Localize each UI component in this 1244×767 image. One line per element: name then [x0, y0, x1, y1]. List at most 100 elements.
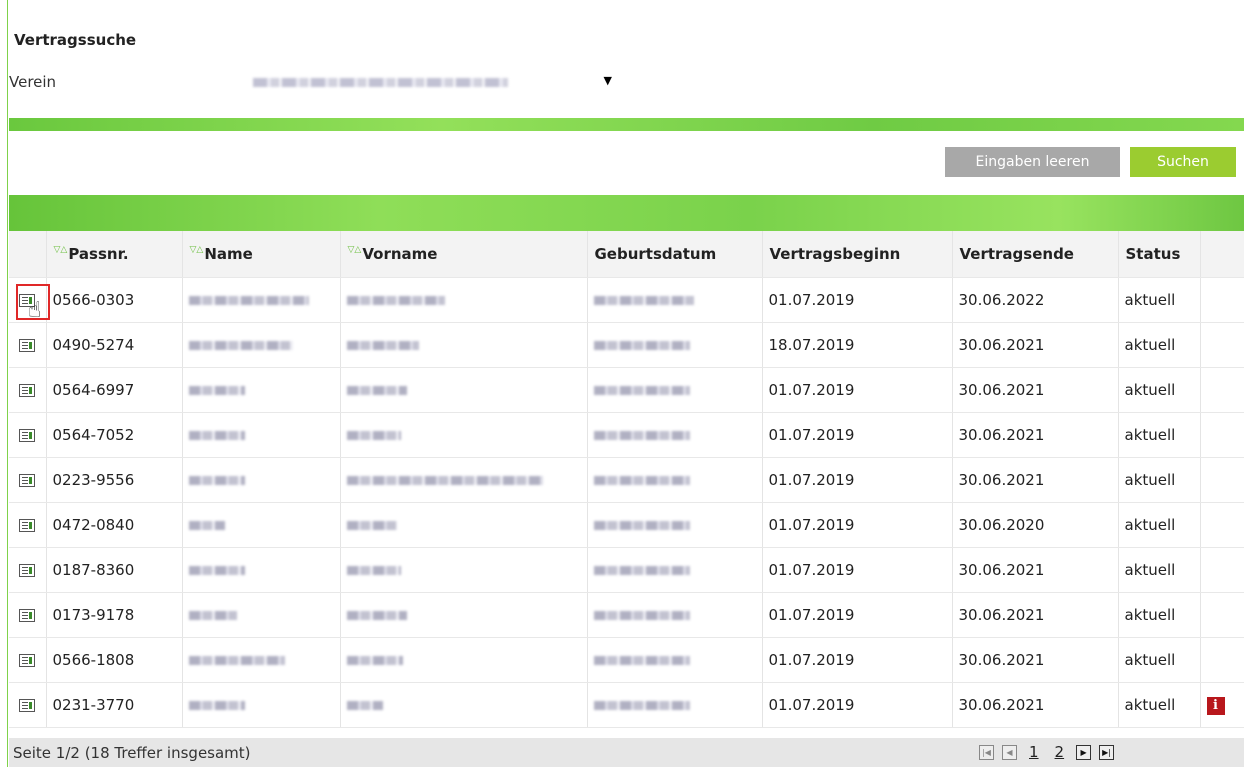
prev-page-icon[interactable]: ◀: [1002, 744, 1017, 760]
status-cell: aktuell: [1118, 322, 1201, 368]
page-link-1[interactable]: 1: [1029, 743, 1039, 761]
row-detail-cell[interactable]: [9, 322, 47, 368]
geburtsdatum-blurred: [593, 386, 690, 395]
search-button[interactable]: Suchen: [1130, 147, 1236, 177]
sort-icon[interactable]: ▽△: [348, 245, 362, 255]
row-detail-cell[interactable]: [9, 547, 47, 593]
vertragsende-cell: 30.06.2021: [952, 322, 1119, 368]
detail-icon[interactable]: [19, 339, 35, 352]
detail-icon[interactable]: [19, 429, 35, 442]
vorname-cell: [340, 412, 588, 458]
vertragsbeginn-cell: 01.07.2019: [762, 637, 953, 683]
vorname-cell: [340, 457, 588, 503]
last-page-icon[interactable]: ▶|: [1099, 744, 1115, 760]
table-row: 0472-0840 01.07.2019 30.06.2020 aktuell: [9, 502, 1244, 548]
row-detail-cell[interactable]: [9, 592, 47, 638]
table-row: 0490-5274 18.07.2019 30.06.2021 aktuell: [9, 322, 1244, 368]
row-detail-cell[interactable]: [9, 457, 47, 503]
status-cell: aktuell: [1118, 367, 1201, 413]
sort-icon[interactable]: ▽△: [190, 245, 204, 255]
vertragsende-cell: 30.06.2020: [952, 502, 1119, 548]
detail-icon[interactable]: [19, 474, 35, 487]
page-title: Vertragssuche: [14, 31, 137, 49]
geburtsdatum-blurred: [593, 476, 690, 485]
table-row: 0187-8360 01.07.2019 30.06.2021 aktuell: [9, 547, 1244, 593]
first-page-icon[interactable]: |◀: [979, 744, 994, 760]
sort-icon[interactable]: ▽△: [54, 245, 68, 255]
header-status: Status: [1118, 231, 1201, 278]
row-detail-cell[interactable]: [9, 412, 47, 458]
extra-cell: [1200, 592, 1244, 638]
table-row: 0173-9178 01.07.2019 30.06.2021 aktuell: [9, 592, 1244, 638]
geburtsdatum-blurred: [593, 566, 690, 575]
geburtsdatum-cell: [587, 502, 763, 548]
vorname-blurred: [346, 341, 419, 350]
vorname-cell: [340, 367, 588, 413]
table-row: 0223-9556 01.07.2019 30.06.2021 aktuell: [9, 457, 1244, 503]
vertragsende-cell: 30.06.2021: [952, 367, 1119, 413]
info-icon[interactable]: i: [1206, 697, 1225, 715]
extra-cell: [1200, 547, 1244, 593]
header-vorname[interactable]: ▽△Vorname: [340, 231, 588, 278]
name-cell: [182, 502, 341, 548]
clear-inputs-button[interactable]: Eingaben leeren: [945, 147, 1120, 177]
extra-cell: [1200, 412, 1244, 458]
next-page-icon[interactable]: ▶: [1076, 744, 1092, 760]
vorname-cell: [340, 592, 588, 638]
geburtsdatum-blurred: [593, 296, 694, 305]
vorname-cell: [340, 682, 588, 728]
geburtsdatum-blurred: [593, 521, 690, 530]
detail-icon[interactable]: [19, 699, 35, 712]
geburtsdatum-blurred: [593, 656, 690, 665]
name-blurred: [188, 611, 237, 620]
passnr-cell: 0223-9556: [46, 457, 183, 503]
status-cell: aktuell: [1118, 502, 1201, 548]
name-blurred: [188, 656, 285, 665]
detail-icon[interactable]: [19, 654, 35, 667]
row-detail-cell[interactable]: [9, 502, 47, 548]
geburtsdatum-cell: [587, 682, 763, 728]
passnr-cell: 0566-0303: [46, 277, 183, 323]
header-passnr[interactable]: ▽△Passnr.: [46, 231, 183, 278]
vertragsende-cell: 30.06.2022: [952, 277, 1119, 323]
left-border-line: [7, 0, 8, 767]
vertragsende-cell: 30.06.2021: [952, 457, 1119, 503]
passnr-cell: 0472-0840: [46, 502, 183, 548]
vertragsbeginn-cell: 01.07.2019: [762, 502, 953, 548]
name-blurred: [188, 341, 293, 350]
vertragsende-cell: 30.06.2021: [952, 547, 1119, 593]
vertragsbeginn-cell: 01.07.2019: [762, 412, 953, 458]
vertragsende-cell: 30.06.2021: [952, 412, 1119, 458]
vorname-blurred: [346, 656, 403, 665]
vertragsbeginn-cell: 01.07.2019: [762, 547, 953, 593]
geburtsdatum-cell: [587, 592, 763, 638]
row-detail-cell[interactable]: [9, 682, 47, 728]
name-cell: [182, 367, 341, 413]
vertragsbeginn-cell: 01.07.2019: [762, 592, 953, 638]
extra-cell: [1200, 637, 1244, 683]
verein-select[interactable]: ▼: [245, 70, 620, 94]
name-cell: [182, 277, 341, 323]
status-cell: aktuell: [1118, 592, 1201, 638]
detail-icon[interactable]: [19, 519, 35, 532]
page-link-2[interactable]: 2: [1055, 743, 1065, 761]
name-blurred: [188, 566, 245, 575]
name-cell: [182, 412, 341, 458]
detail-icon[interactable]: [19, 609, 35, 622]
detail-icon[interactable]: [19, 384, 35, 397]
passnr-cell: 0490-5274: [46, 322, 183, 368]
row-detail-cell[interactable]: [9, 367, 47, 413]
name-blurred: [188, 386, 245, 395]
status-cell: aktuell: [1118, 457, 1201, 503]
status-cell: aktuell: [1118, 547, 1201, 593]
row-detail-cell[interactable]: [9, 637, 47, 683]
dropdown-arrow-icon[interactable]: ▼: [604, 74, 612, 87]
status-cell: aktuell: [1118, 412, 1201, 458]
header-name[interactable]: ▽△Name: [182, 231, 341, 278]
detail-icon[interactable]: [19, 564, 35, 577]
vorname-blurred: [346, 296, 445, 305]
table-row: 0564-6997 01.07.2019 30.06.2021 aktuell: [9, 367, 1244, 413]
passnr-cell: 0564-7052: [46, 412, 183, 458]
vorname-blurred: [346, 566, 401, 575]
extra-cell[interactable]: i: [1200, 682, 1244, 728]
